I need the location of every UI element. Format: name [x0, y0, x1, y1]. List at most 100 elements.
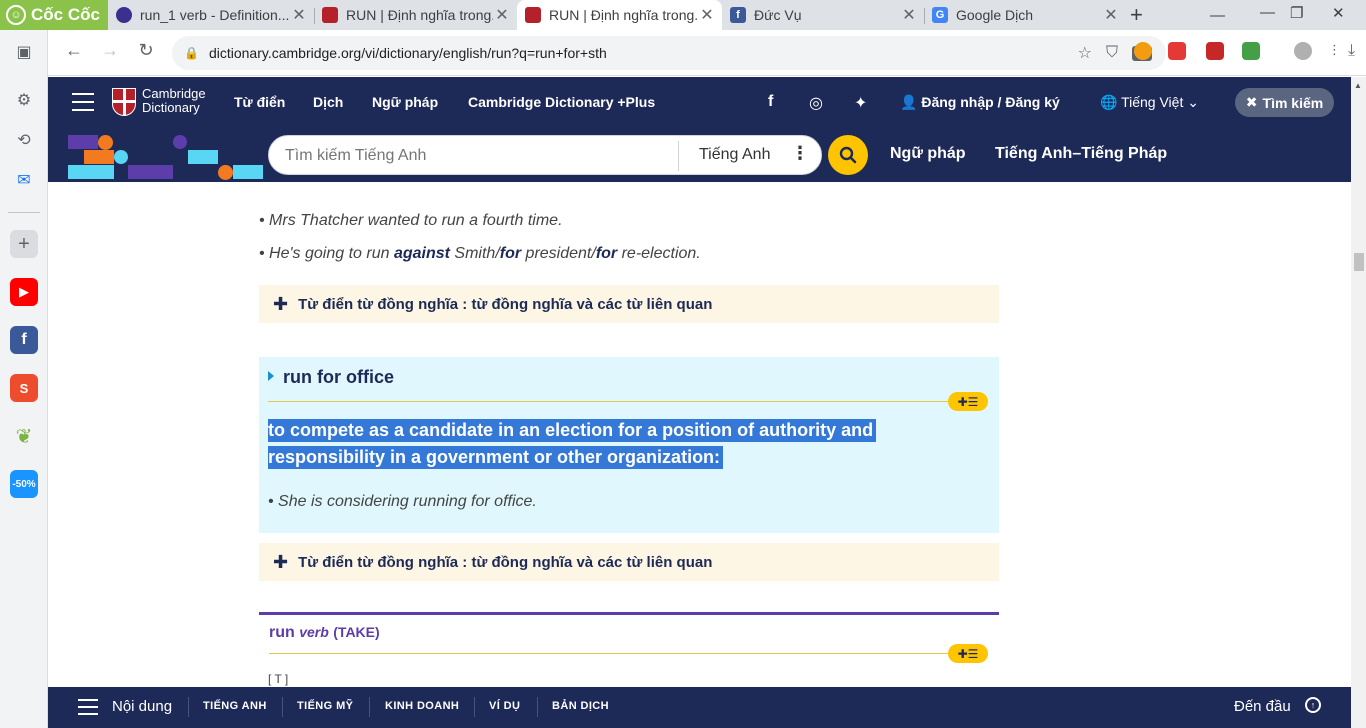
tab-facebook[interactable]: f Đức Vụ ✕ — [722, 0, 925, 30]
tab-google-translate[interactable]: G Google Dịch ✕ — [924, 0, 1126, 30]
settings-gear-icon[interactable]: ⚙ — [10, 86, 38, 114]
definition-text: to compete as a candidate in an election… — [268, 419, 877, 469]
facebook-icon[interactable]: f — [768, 93, 773, 111]
close-search-button[interactable]: ✖ Tìm kiếm — [1235, 88, 1334, 117]
browser-brand-name: Cốc Cốc — [31, 5, 100, 24]
login-label: Đăng nhập / Đăng ký — [921, 94, 1060, 110]
forward-button[interactable]: → — [98, 40, 122, 61]
browser-brand-logo[interactable]: ☺ Cốc Cốc — [0, 0, 108, 30]
thesaurus-toggle[interactable]: ✚ Từ điển từ đồng nghĩa : từ đồng nghĩa … — [259, 285, 999, 323]
back-to-top-link[interactable]: Đến đầu — [1234, 698, 1291, 715]
bottom-separator — [188, 697, 189, 717]
minimize-window-button[interactable]: — — [1260, 4, 1275, 21]
example-text-part: Smith/ — [449, 245, 500, 262]
contents-menu-icon[interactable] — [78, 699, 98, 715]
tab-run-1-verb[interactable]: run_1 verb - Definition... ✕ — [108, 0, 315, 30]
bottom-link-translations[interactable]: BẢN DỊCH — [552, 700, 609, 712]
more-options-icon[interactable]: ⋮ — [791, 143, 809, 164]
bottom-separator — [369, 697, 370, 717]
bottom-link-business[interactable]: KINH DOANH — [385, 700, 459, 712]
sidebar-toggle-icon[interactable]: ▣ — [10, 38, 38, 66]
messenger-icon[interactable]: ✉ — [10, 166, 38, 194]
thesaurus-toggle[interactable]: ✚ Từ điển từ đồng nghĩa : từ đồng nghĩa … — [259, 543, 999, 581]
brand-line-2: Dictionary — [142, 100, 200, 115]
tab-close-icon[interactable]: ✕ — [290, 5, 308, 25]
scrollbar-thumb[interactable] — [1354, 253, 1364, 271]
back-button[interactable]: ← — [62, 40, 86, 61]
nav-translate[interactable]: Dịch — [313, 94, 343, 110]
tab-title: run_1 verb - Definition... — [140, 7, 290, 23]
decoration-block — [233, 165, 263, 179]
guideword: (TAKE) — [333, 624, 380, 640]
add-to-wordlist-button[interactable]: ✚☰ — [948, 644, 988, 663]
tab-title: Google Dịch — [956, 7, 1034, 23]
add-app-button[interactable]: + — [10, 230, 38, 258]
tab-run-cambridge-active[interactable]: RUN | Định nghĩa trong... ✕ — [517, 0, 722, 30]
dictionary-content: • Mrs Thatcher wanted to run a fourth ti… — [48, 182, 1351, 687]
youtube-icon[interactable]: ▶ — [10, 278, 38, 306]
twitter-icon[interactable]: ✦ — [854, 93, 867, 113]
coccoc-extension-icon[interactable] — [1134, 42, 1152, 60]
tab-close-icon[interactable]: ✕ — [1102, 5, 1120, 25]
tab-run-cambridge-1[interactable]: RUN | Định nghĩa trong... ✕ — [314, 0, 517, 30]
nav-grammar[interactable]: Ngữ pháp — [372, 94, 438, 110]
history-icon[interactable]: ⟲ — [10, 126, 38, 154]
close-window-button[interactable]: ✕ — [1332, 4, 1345, 22]
minimize-icon[interactable]: ⎼ — [1210, 4, 1225, 21]
shield-icon[interactable]: ⛉ — [1106, 44, 1118, 62]
scroll-up-arrow-icon[interactable]: ▲ — [1354, 81, 1362, 90]
url-text: dictionary.cambridge.org/vi/dictionary/e… — [208, 45, 607, 61]
facebook-icon[interactable]: f — [10, 326, 38, 354]
restore-window-button[interactable]: ❐ — [1290, 4, 1303, 22]
new-tab-button[interactable]: + — [1130, 2, 1143, 28]
shopee-icon[interactable]: S — [10, 374, 38, 402]
leaf-app-icon[interactable]: ❦ — [10, 422, 38, 450]
cambridge-dictionary-logo[interactable]: Cambridge Dictionary — [142, 87, 206, 115]
tiki-icon[interactable]: -50% — [10, 470, 38, 498]
plus-icon: ✚ — [273, 551, 289, 572]
dictionary-selector[interactable]: Tiếng Anh — [699, 146, 770, 164]
nav-plus[interactable]: Cambridge Dictionary +Plus — [468, 94, 655, 110]
more-menu-icon[interactable]: ⋮ — [1328, 42, 1346, 60]
tab-close-icon[interactable]: ✕ — [698, 5, 716, 25]
bookmark-star-icon[interactable]: ☆ — [1078, 43, 1092, 63]
cambridge-header: Cambridge Dictionary Từ điển Dịch Ngữ ph… — [48, 77, 1351, 129]
bottom-link-english[interactable]: TIẾNG ANH — [203, 700, 267, 712]
user-icon: 👤 — [900, 94, 922, 110]
colorful-extension-icon[interactable] — [1242, 42, 1260, 60]
add-to-wordlist-button[interactable]: ✚☰ — [948, 392, 988, 411]
instagram-icon[interactable]: ◎ — [809, 93, 823, 113]
tab-close-icon[interactable]: ✕ — [900, 5, 918, 25]
hamburger-menu-icon[interactable] — [72, 93, 94, 111]
contents-link[interactable]: Nội dung — [112, 698, 172, 715]
sidebar-divider — [8, 212, 40, 213]
downloads-icon[interactable]: ⤓ — [1348, 42, 1366, 60]
example-sentence: • He's going to run against Smith/for pr… — [259, 245, 701, 262]
language-selector[interactable]: 🌐 Tiếng Việt ⌄ — [1100, 94, 1199, 111]
cambridge-favicon-icon — [525, 7, 541, 23]
example-emphasis: for — [499, 245, 522, 262]
grammar-link[interactable]: Ngữ pháp — [890, 145, 966, 163]
search-button[interactable] — [828, 135, 868, 175]
nav-dictionary[interactable]: Từ điển — [234, 94, 285, 110]
new-badge-extension-icon[interactable] — [1168, 42, 1186, 60]
profile-avatar[interactable] — [1294, 42, 1312, 60]
arrow-up-icon[interactable]: ↑ — [1305, 697, 1321, 713]
bottom-link-american[interactable]: TIẾNG MỸ — [297, 700, 353, 712]
decoration-dot — [173, 135, 187, 149]
search-divider — [678, 141, 679, 171]
cambridge-crest-logo[interactable] — [112, 88, 136, 116]
search-band: Tiếng Anh ⋮ Ngữ pháp Tiếng Anh–Tiếng Phá… — [48, 129, 1351, 182]
address-bar[interactable]: 🔒 dictionary.cambridge.org/vi/dictionary… — [172, 36, 1166, 70]
example-text-part: re-election. — [617, 245, 701, 262]
tab-close-icon[interactable]: ✕ — [493, 5, 511, 25]
login-link[interactable]: 👤 Đăng nhập / Đăng ký — [900, 94, 1060, 111]
google-translate-favicon-icon: G — [932, 7, 948, 23]
page-scrollbar[interactable]: ▲ — [1351, 77, 1366, 728]
search-input[interactable] — [285, 145, 675, 167]
cambridge-favicon-icon — [322, 7, 338, 23]
red-extension-icon[interactable] — [1206, 42, 1224, 60]
bottom-link-examples[interactable]: VÍ DỤ — [489, 700, 520, 712]
reload-button[interactable]: ↻ — [134, 40, 158, 61]
english-french-link[interactable]: Tiếng Anh–Tiếng Pháp — [995, 145, 1167, 163]
